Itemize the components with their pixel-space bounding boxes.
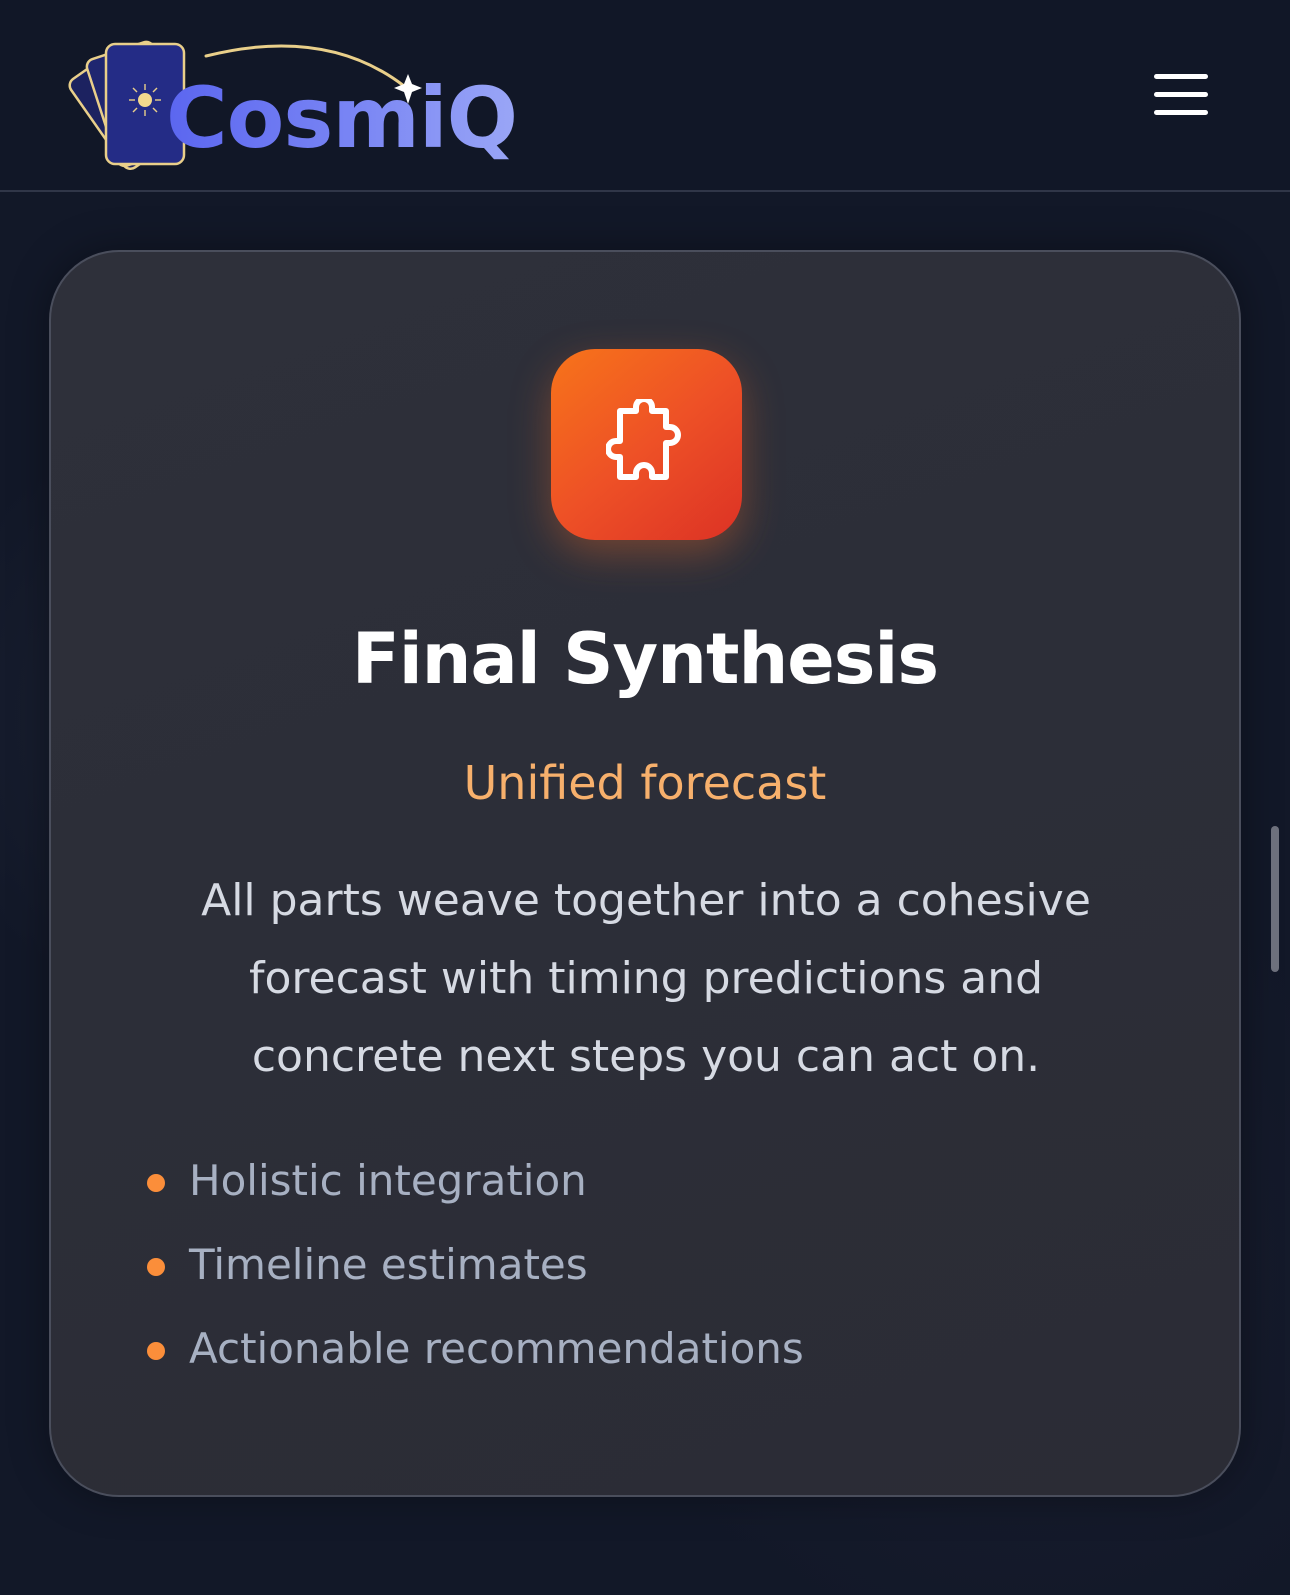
feature-label: Timeline estimates (189, 1240, 588, 1289)
bullet-dot-icon (147, 1342, 165, 1360)
menu-bar (1154, 74, 1208, 79)
bullet-dot-icon (147, 1258, 165, 1276)
card-title: Final Synthesis (351, 618, 939, 700)
feature-card: Final Synthesis Unified forecast All par… (49, 250, 1241, 1497)
feature-label: Holistic integration (189, 1156, 587, 1205)
puzzle-piece-icon (551, 349, 742, 540)
site-header: CosmiQ (0, 0, 1290, 192)
scrollbar-thumb[interactable] (1271, 826, 1279, 972)
logo-wordmark: CosmiQ (166, 69, 518, 167)
cosmiq-logo[interactable]: CosmiQ (66, 34, 518, 174)
bullet-dot-icon (147, 1174, 165, 1192)
card-subtitle: Unified forecast (463, 756, 827, 810)
feature-label: Actionable recommendations (189, 1324, 804, 1373)
hamburger-menu-icon[interactable] (1148, 68, 1210, 124)
menu-bar (1154, 92, 1208, 97)
menu-bar (1154, 110, 1208, 115)
card-description: All parts weave together into a cohesive… (201, 875, 1091, 1082)
